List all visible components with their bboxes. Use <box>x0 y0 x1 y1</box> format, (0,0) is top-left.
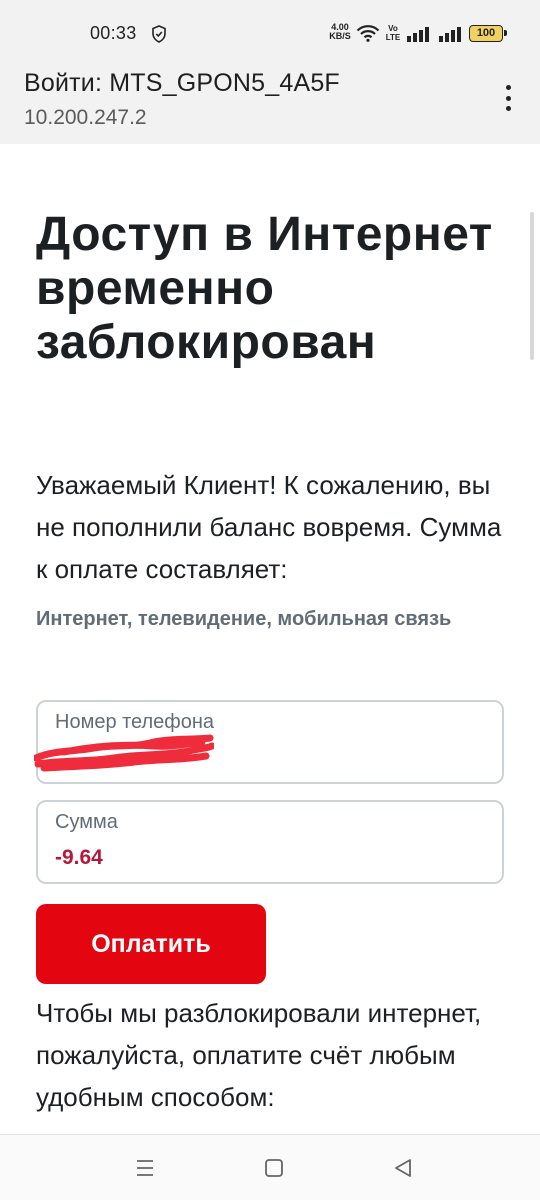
services-text: Интернет, телевидение, мобильная связь <box>36 608 452 630</box>
blocked-headline: Доступ в Интернет временно заблокирован <box>36 208 493 369</box>
signal-icon <box>407 27 429 42</box>
more-dot <box>505 85 511 90</box>
sum-field-value: -9.64 <box>55 846 103 869</box>
back-icon[interactable] <box>392 1157 414 1179</box>
volte-top: Vo <box>388 24 398 33</box>
network-speed-unit: KB/S <box>329 31 351 41</box>
page-content: Доступ в Интернет временно заблокирован … <box>0 144 540 1134</box>
volte-indicator: Vo LTE <box>384 24 402 42</box>
volte-bottom: LTE <box>385 33 401 42</box>
menu-icon[interactable] <box>134 1157 156 1179</box>
sum-field[interactable]: Сумма -9.64 <box>36 800 504 884</box>
page-title: Войти: MTS_GPON5_4A5F <box>24 69 340 97</box>
more-dot <box>505 95 511 101</box>
sum-field-label: Сумма <box>55 811 118 833</box>
status-bar: 00:33 4.00 KB/S Vo LTE 100 <box>0 0 540 64</box>
more-vert-icon[interactable] <box>497 81 519 115</box>
home-icon[interactable] <box>263 1157 285 1179</box>
navigation-bar <box>0 1134 540 1200</box>
pay-button[interactable]: Оплатить <box>36 904 266 984</box>
status-time: 00:33 <box>90 23 137 43</box>
vpn-shield-icon <box>152 25 166 43</box>
signal-icon <box>439 27 461 42</box>
outro-text: Чтобы мы разблокировали интернет, пожалу… <box>36 998 482 1112</box>
page-url: 10.200.247.2 <box>24 106 147 129</box>
phone-field-label: Номер телефона <box>55 711 215 733</box>
redaction-scribble <box>34 734 214 772</box>
network-speed: 4.00 KB/S <box>326 23 354 41</box>
more-dot <box>505 106 511 111</box>
scrollbar[interactable] <box>530 212 534 360</box>
captive-portal-header: Войти: MTS_GPON5_4A5F 10.200.247.2 <box>0 64 540 144</box>
phone-field[interactable]: Номер телефона <box>34 700 504 784</box>
battery-icon: 100 <box>469 25 507 42</box>
intro-text: Уважаемый Клиент! К сожалению, вы не поп… <box>36 470 502 584</box>
wifi-icon <box>356 25 380 42</box>
screen: 00:33 4.00 KB/S Vo LTE 100 Войти: MTS_GP… <box>0 0 540 1200</box>
